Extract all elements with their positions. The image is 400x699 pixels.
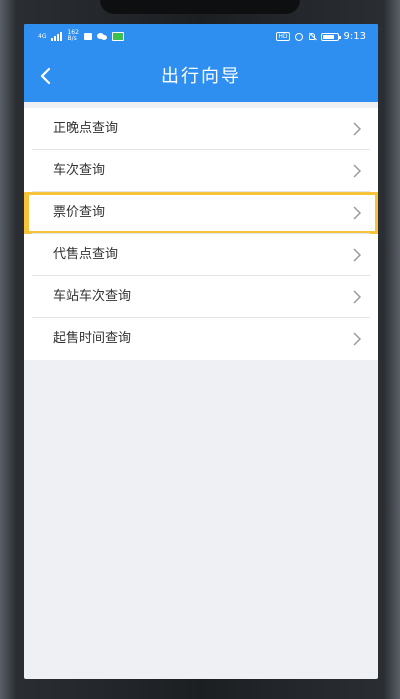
menu-list: 正晚点查询车次查询票价查询代售点查询车站车次查询 起售时间查询 [24,108,378,360]
mute-icon [308,32,316,41]
chevron-right-icon [353,164,362,178]
status-left: 4G 162 B/s [38,30,124,42]
menu-item-label: 票价查询 [53,205,106,220]
chevron-right-icon [353,206,362,220]
menu-item-label: 车次查询 [53,163,106,178]
speed-unit: B/s [67,35,77,42]
menu-item-label: 起售时间查询 [53,331,132,346]
wechat-icon [96,32,107,40]
phone-notch [100,0,300,14]
menu-item[interactable]: 正晚点查询 [24,108,378,150]
app-screen: 4G 162 B/s HD 9:13 出行向导 正晚点查询 车次查询 票价查询 … [24,24,378,679]
battery-icon [320,32,341,41]
menu-item[interactable]: 票价查询 [24,192,378,234]
network-speed: 162 B/s [67,30,78,42]
chevron-right-icon [353,290,362,304]
battery-fill [322,34,334,39]
menu-item-label: 代售点查询 [53,247,119,262]
network-type-label: 4G [38,32,47,40]
menu-item[interactable]: 车站车次查询 [24,276,378,318]
status-right: HD 9:13 [276,31,366,42]
menu-item-label: 车站车次查询 [53,289,132,304]
menu-item-label: 正晚点查询 [53,121,119,136]
title-bar: 出行向导 [24,52,378,102]
message-icon [83,32,92,40]
alarm-icon [294,32,303,41]
app-badge-icon [111,31,124,41]
menu-item[interactable]: 车次查询 [24,150,378,192]
status-bar: 4G 162 B/s HD 9:13 [24,24,378,52]
menu-item[interactable]: 代售点查询 [24,234,378,276]
clock-time: 9:13 [343,31,366,42]
page-title: 出行向导 [161,66,241,87]
signal-icon [51,31,63,41]
chevron-right-icon [353,248,362,262]
chevron-right-icon [353,122,362,136]
chevron-right-icon [353,332,362,346]
hd-badge: HD [276,32,290,41]
phone-frame: 4G 162 B/s HD 9:13 出行向导 正晚点查询 车次查询 票价查询 … [0,0,400,699]
menu-item[interactable]: 起售时间查询 [24,318,378,360]
